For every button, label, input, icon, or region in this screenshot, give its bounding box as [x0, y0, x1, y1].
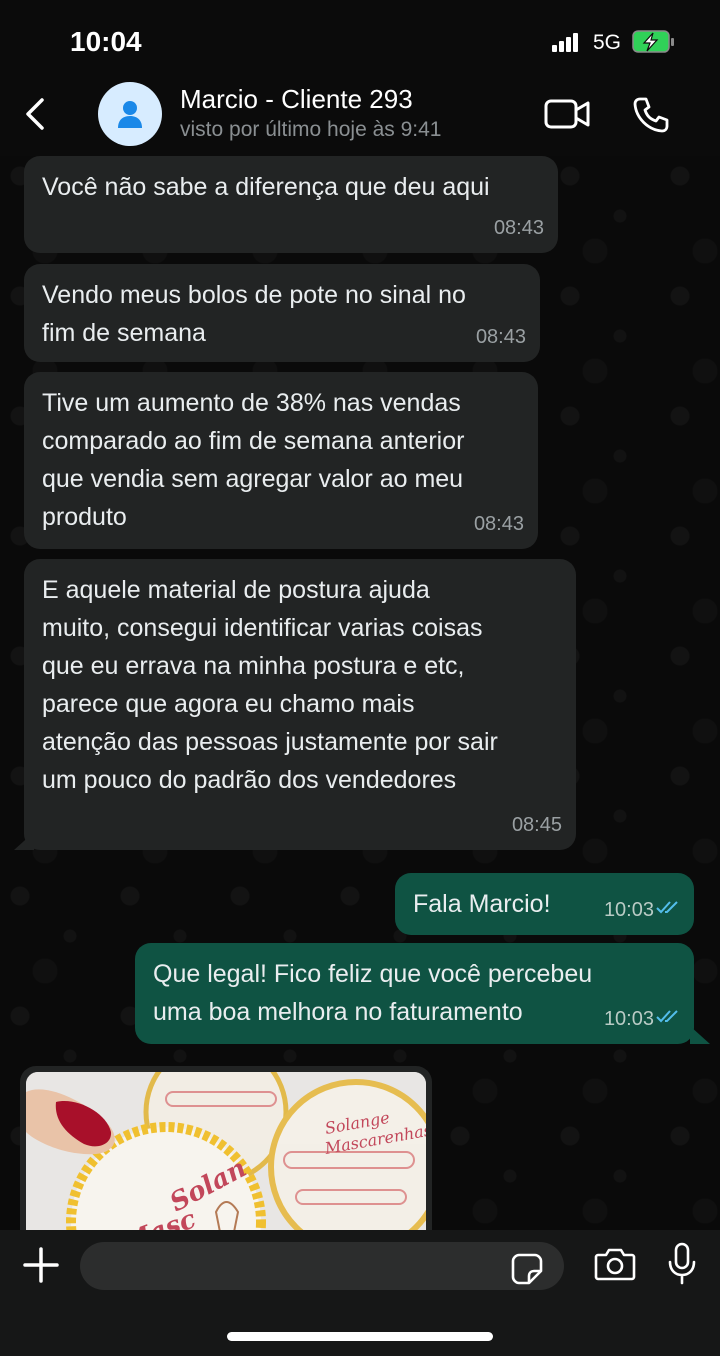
sticker-icon[interactable] — [510, 1252, 544, 1291]
status-time: 10:04 — [70, 26, 142, 57]
network-label: 5G — [593, 31, 622, 54]
image-message[interactable]: Solange Mascarenhas Solan Masc — [20, 1066, 432, 1230]
message-time: 10:03 — [603, 899, 654, 921]
battery-charging-icon — [632, 30, 676, 59]
contact-last-seen: visto por último hoje às 9:41 — [180, 118, 442, 141]
camera-icon[interactable] — [594, 1246, 636, 1287]
message-text: Tive um aumento de 38% nas vendas compar… — [42, 389, 465, 531]
message-time: 10:03 — [603, 1008, 654, 1030]
home-indicator[interactable] — [227, 1332, 493, 1341]
double-check-read-icon — [656, 887, 680, 925]
chat-area[interactable]: Você não sabe a diferença que deu aqui 0… — [0, 156, 720, 1230]
double-check-read-icon — [656, 996, 680, 1034]
message-time: 08:43 — [473, 513, 524, 535]
message-text: Que legal! Fico feliz que você percebeu … — [153, 960, 593, 1026]
user-icon — [118, 101, 142, 128]
message-text: E aquele material de postura ajuda muito… — [42, 576, 498, 794]
signal-icon — [552, 32, 580, 57]
status-bar: 10:04 5G — [0, 0, 720, 80]
message-bubble-outgoing[interactable]: Fala Marcio! 10:03 — [395, 873, 694, 935]
message-time: 08:45 — [511, 814, 562, 836]
message-text: Você não sabe a diferença que deu aqui — [42, 173, 490, 201]
message-bubble[interactable]: Você não sabe a diferença que deu aqui 0… — [24, 156, 558, 253]
message-bubble[interactable]: E aquele material de postura ajuda muito… — [24, 559, 576, 850]
plus-icon[interactable] — [22, 1246, 60, 1289]
composer-bar — [0, 1230, 720, 1356]
message-text: Vendo meus bolos de pote no sinal no fim… — [42, 281, 466, 347]
contact-name[interactable]: Marcio - Cliente 293 — [180, 84, 413, 115]
message-bubble[interactable]: Tive um aumento de 38% nas vendas compar… — [24, 372, 538, 549]
message-bubble[interactable]: Vendo meus bolos de pote no sinal no fim… — [24, 264, 540, 362]
contact-avatar[interactable] — [98, 82, 162, 146]
message-time: 08:43 — [475, 326, 526, 348]
sticker-labels-photo[interactable]: Solange Mascarenhas Solan Masc — [26, 1072, 426, 1230]
microphone-icon[interactable] — [666, 1242, 698, 1291]
phone-icon[interactable] — [632, 96, 670, 139]
message-input[interactable] — [80, 1242, 564, 1290]
chat-header: Marcio - Cliente 293 visto por último ho… — [0, 80, 720, 156]
chevron-left-icon[interactable] — [20, 94, 52, 139]
message-time: 08:43 — [493, 217, 544, 239]
video-camera-icon[interactable] — [544, 98, 590, 135]
message-bubble-outgoing[interactable]: Que legal! Fico feliz que você percebeu … — [135, 943, 694, 1044]
